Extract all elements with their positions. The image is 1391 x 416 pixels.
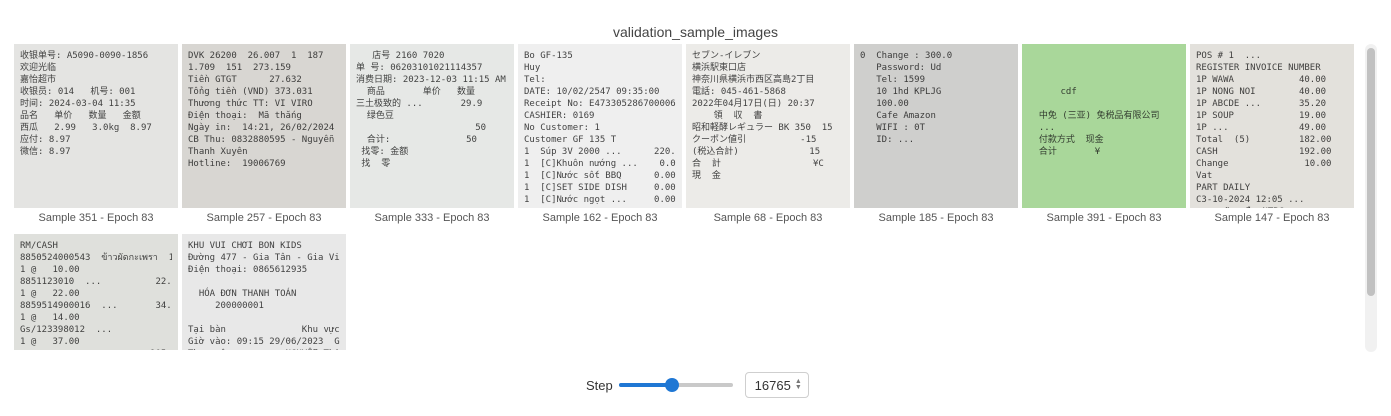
receipt-text: 收银单号: A5090-0090-1856 欢迎光临 嘉怡超市 收银员: 014…: [20, 51, 152, 157]
sample-caption: Sample 185 - Epoch 83: [878, 212, 994, 224]
image-grid: 收银单号: A5090-0090-1856 欢迎光临 嘉怡超市 收银员: 014…: [14, 44, 1362, 350]
step-control: Step 16765 ▲ ▼: [586, 372, 809, 398]
receipt-image[interactable]: DVK 26200 26.007 1 187 1.709 151 273.159…: [182, 44, 346, 208]
panel-title: validation_sample_images: [613, 24, 778, 40]
sample-image-card[interactable]: Bo GF-135 Huy Tel: DATE: 10/02/2547 09:3…: [518, 44, 682, 228]
receipt-image[interactable]: セブン-イレブン 横浜駅東口店 神奈川県横浜市西区高島2丁目 電話: 045-4…: [686, 44, 850, 208]
slider-fill: [618, 383, 673, 387]
sample-image-card[interactable]: セブン-イレブン 横浜駅東口店 神奈川県横浜市西区高島2丁目 電話: 045-4…: [686, 44, 850, 228]
slider-knob[interactable]: [665, 378, 680, 392]
receipt-text: cdf 中免 (三亚) 免税品有限公司 ... 付款方式 现金 合计 ¥: [1038, 87, 1160, 157]
receipt-text: Bo GF-135 Huy Tel: DATE: 10/02/2547 09:3…: [524, 51, 676, 205]
receipt-text: RM/CASH 8850524000543 ข้าวผัดกะเพรา 10.0…: [20, 241, 172, 350]
sample-caption: Sample 68 - Epoch 83: [713, 212, 823, 224]
receipt-text: DVK 26200 26.007 1 187 1.709 151 273.159…: [188, 51, 335, 169]
sample-image-card[interactable]: POS # 1 ... REGISTER INVOICE NUMBER 1P W…: [1190, 44, 1354, 228]
receipt-image[interactable]: RM/CASH 8850524000543 ข้าวผัดกะเพรา 10.0…: [14, 234, 178, 350]
sample-image-card[interactable]: 0 Change : 300.0 Password: Ud Tel: 1599 …: [854, 44, 1018, 228]
sample-caption: Sample 257 - Epoch 83: [206, 212, 322, 224]
receipt-text: KHU VUI CHƠI BON KIDS Đường 477 - Gia Tâ…: [188, 241, 340, 350]
sample-image-card[interactable]: DVK 26200 26.007 1 187 1.709 151 273.159…: [182, 44, 346, 228]
receipt-image[interactable]: 0 Change : 300.0 Password: Ud Tel: 1599 …: [854, 44, 1018, 208]
receipt-text: 0 Change : 300.0 Password: Ud Tel: 1599 …: [860, 51, 953, 145]
receipt-image[interactable]: POS # 1 ... REGISTER INVOICE NUMBER 1P W…: [1190, 44, 1354, 208]
sample-image-card[interactable]: cdf 中免 (三亚) 免税品有限公司 ... 付款方式 现金 合计 ¥ Samp…: [1022, 44, 1186, 228]
sample-caption: Sample 147 - Epoch 83: [1214, 212, 1330, 224]
step-slider[interactable]: [618, 375, 733, 395]
sample-image-card[interactable]: RM/CASH 8850524000543 ข้าวผัดกะเพรา 10.0…: [14, 234, 178, 350]
receipt-text: 店号 2160 7020 单 号: 06203101021114357 消费日期…: [356, 51, 506, 169]
receipt-image[interactable]: 店号 2160 7020 单 号: 06203101021114357 消费日期…: [350, 44, 514, 208]
receipt-image[interactable]: cdf 中免 (三亚) 免税品有限公司 ... 付款方式 现金 合计 ¥: [1022, 44, 1186, 208]
receipt-image[interactable]: 收银单号: A5090-0090-1856 欢迎光临 嘉怡超市 收银员: 014…: [14, 44, 178, 208]
sample-caption: Sample 391 - Epoch 83: [1046, 212, 1162, 224]
spinner-icon[interactable]: ▲ ▼: [795, 378, 802, 391]
scrollbar-thumb[interactable]: [1367, 48, 1375, 296]
sample-caption: Sample 333 - Epoch 83: [374, 212, 490, 224]
sample-image-card[interactable]: KHU VUI CHƠI BON KIDS Đường 477 - Gia Tâ…: [182, 234, 346, 350]
receipt-image[interactable]: KHU VUI CHƠI BON KIDS Đường 477 - Gia Tâ…: [182, 234, 346, 350]
step-value: 16765: [754, 377, 791, 393]
grid-scrollbar[interactable]: [1365, 44, 1377, 352]
sample-image-card[interactable]: 收银单号: A5090-0090-1856 欢迎光临 嘉怡超市 收银员: 014…: [14, 44, 178, 228]
receipt-text: セブン-イレブン 横浜駅東口店 神奈川県横浜市西区高島2丁目 電話: 045-4…: [692, 51, 833, 181]
step-label: Step: [586, 377, 613, 393]
image-grid-viewport[interactable]: 收银单号: A5090-0090-1856 欢迎光临 嘉怡超市 收银员: 014…: [14, 44, 1362, 352]
step-number-input[interactable]: 16765 ▲ ▼: [744, 372, 809, 398]
sample-image-card[interactable]: 店号 2160 7020 单 号: 06203101021114357 消费日期…: [350, 44, 514, 228]
sample-caption: Sample 162 - Epoch 83: [542, 212, 658, 224]
receipt-text: POS # 1 ... REGISTER INVOICE NUMBER 1P W…: [1196, 51, 1332, 208]
receipt-image[interactable]: Bo GF-135 Huy Tel: DATE: 10/02/2547 09:3…: [518, 44, 682, 208]
sample-caption: Sample 351 - Epoch 83: [38, 212, 154, 224]
